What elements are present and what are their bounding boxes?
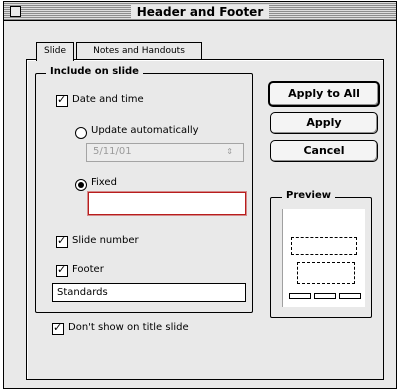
preview-title-placeholder (291, 237, 357, 255)
update-automatically-label: Update automatically (91, 125, 199, 136)
apply-to-all-label: Apply to All (288, 87, 360, 100)
apply-to-all-button[interactable]: Apply to All (268, 81, 380, 107)
preview-body-placeholder (297, 262, 355, 284)
include-group-label: Include on slide (46, 66, 143, 77)
footer-input-value: Standards (57, 287, 108, 298)
slide-number-checkbox[interactable] (56, 235, 68, 248)
footer-label: Footer (72, 264, 104, 275)
cancel-button[interactable]: Cancel (270, 140, 378, 162)
cancel-label: Cancel (303, 144, 345, 157)
date-format-select: 5/11/01 ⇕ (86, 143, 244, 162)
window-title: Header and Footer (130, 5, 270, 19)
date-time-checkbox[interactable] (56, 94, 68, 107)
title-bar[interactable]: Header and Footer (4, 2, 396, 21)
tab-slide[interactable]: Slide (36, 42, 74, 61)
dont-show-title-label: Don't show on title slide (68, 322, 189, 333)
fixed-radio[interactable] (75, 179, 87, 191)
tab-notes-label: Notes and Handouts (93, 46, 185, 56)
fixed-label: Fixed (91, 177, 117, 188)
preview-label: Preview (282, 190, 336, 201)
stepper-arrows-icon: ⇕ (226, 147, 233, 156)
apply-label: Apply (306, 116, 342, 129)
footer-checkbox[interactable] (56, 264, 68, 277)
preview-slide-thumbnail (282, 209, 365, 307)
update-automatically-radio[interactable] (75, 127, 87, 139)
preview-footer-area (314, 293, 336, 299)
tab-notes-and-handouts[interactable]: Notes and Handouts (76, 42, 202, 60)
date-time-label: Date and time (72, 94, 144, 105)
date-value: 5/11/01 (93, 146, 132, 157)
preview-date-area (289, 293, 311, 299)
apply-button[interactable]: Apply (270, 112, 378, 134)
dont-show-title-checkbox[interactable] (52, 322, 64, 335)
footer-input[interactable]: Standards (52, 283, 246, 302)
tab-slide-label: Slide (44, 46, 66, 56)
fixed-date-input[interactable] (88, 192, 246, 215)
slide-number-label: Slide number (72, 235, 139, 246)
preview-number-area (339, 293, 361, 299)
